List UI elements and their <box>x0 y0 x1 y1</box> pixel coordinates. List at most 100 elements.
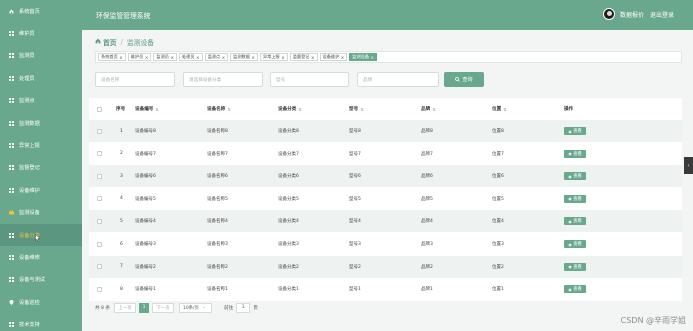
tab-tag[interactable]: 设备维护 × <box>319 53 348 61</box>
column-header[interactable]: 型号 ⇅ <box>349 98 364 120</box>
current-page[interactable]: 1 <box>139 302 150 313</box>
action-cell: ◉ 查看 <box>564 233 586 255</box>
tab-tag[interactable]: 监测设备 × <box>349 53 378 61</box>
view-button[interactable]: ◉ 查看 <box>564 172 586 181</box>
tab-tag[interactable]: 监督登记 × <box>289 53 318 61</box>
table-cell: 型号7 <box>349 151 361 157</box>
view-button[interactable]: ◉ 查看 <box>564 240 586 248</box>
column-header[interactable]: 品牌 ⇅ <box>421 98 436 120</box>
row-checkbox[interactable] <box>97 233 102 255</box>
page-size-select[interactable]: 10条/页 ⌄ <box>179 302 213 313</box>
table-cell: 设备分类2 <box>278 264 299 270</box>
collapse-side-tab[interactable]: ‹ <box>684 157 693 174</box>
table-row: 2 设备编号7 设备名称7 设备分类7 型号7 品牌7 位置7 ◉ 查看 <box>89 143 682 165</box>
table-row: 6 设备编号3 设备名称3 设备分类3 型号3 品牌3 位置3 ◉ 查看 <box>89 233 682 255</box>
row-checkbox[interactable] <box>97 278 102 300</box>
sidebar-item-label: 维护员 <box>19 31 35 38</box>
table-header-row: 序号 设备编号 ⇅ 设备名称 ⇅ 设备分类 ⇅ 型号 ⇅ 品牌 ⇅ 位置 ⇅ 操作 <box>89 98 682 120</box>
table-cell: 设备编号8 <box>135 129 156 134</box>
select-all-checkbox[interactable] <box>97 98 102 120</box>
table-cell: 设备分类8 <box>278 129 299 134</box>
eye-icon: ◉ <box>568 264 572 270</box>
tab-tag[interactable]: 监测点 × <box>204 53 229 61</box>
action-cell: ◉ 查看 <box>564 278 586 300</box>
prev-page-button[interactable]: 上一页 <box>114 302 137 313</box>
sidebar-item[interactable]: 监测设备 <box>0 202 82 224</box>
sort-icon[interactable]: ⇅ <box>360 107 363 112</box>
sidebar-item[interactable]: 设备巡检 <box>0 291 82 313</box>
sort-icon[interactable]: ⇅ <box>298 107 301 112</box>
search-button[interactable]: 查询 <box>444 72 484 87</box>
table-cell: 品牌6 <box>421 174 433 180</box>
device-category-select[interactable]: 请选择设备分类 <box>183 72 263 87</box>
sidebar-item[interactable]: 处理员 <box>0 67 82 89</box>
close-icon[interactable]: × <box>196 55 200 60</box>
pagination-total: 共 8 条 <box>95 305 111 311</box>
avatar[interactable] <box>602 8 615 20</box>
column-header[interactable]: 设备编号 ⇅ <box>135 98 159 120</box>
device-table: 序号 设备编号 ⇅ 设备名称 ⇅ 设备分类 ⇅ 型号 ⇅ 品牌 ⇅ 位置 ⇅ 操作 1 设备编号8 设备名称8 设… <box>89 98 682 301</box>
row-checkbox[interactable] <box>97 120 102 142</box>
view-button[interactable]: ◉ 查看 <box>564 285 586 294</box>
sort-icon[interactable]: ⇅ <box>155 107 158 112</box>
close-icon[interactable]: × <box>145 55 149 60</box>
row-checkbox[interactable] <box>97 256 102 278</box>
column-header[interactable]: 设备名称 ⇅ <box>207 98 231 120</box>
row-checkbox[interactable] <box>97 188 102 210</box>
device-name-input[interactable]: 设备名称 <box>95 72 175 87</box>
sidebar-item[interactable]: 设备与测试 <box>0 269 82 291</box>
close-icon[interactable]: × <box>281 55 285 60</box>
view-button[interactable]: ◉ 查看 <box>564 194 586 203</box>
close-icon[interactable]: × <box>119 55 123 60</box>
table-cell: 设备分类5 <box>278 196 299 202</box>
sidebar-item[interactable]: 设备维护 <box>0 179 82 201</box>
tab-tag[interactable]: 维护员 × <box>127 53 152 61</box>
column-header[interactable]: 设备分类 ⇅ <box>278 98 302 120</box>
close-icon[interactable]: × <box>170 55 174 60</box>
logout-link[interactable]: 退出登录 <box>650 10 674 19</box>
sidebar-item[interactable]: 维护员 <box>0 22 82 44</box>
close-icon[interactable]: × <box>371 55 375 60</box>
sort-icon[interactable]: ⇅ <box>227 107 230 112</box>
close-icon[interactable]: × <box>251 55 255 60</box>
grid-icon <box>9 165 14 171</box>
close-icon[interactable]: × <box>341 55 345 60</box>
row-checkbox[interactable] <box>97 210 102 232</box>
close-icon[interactable]: × <box>311 55 315 60</box>
view-button[interactable]: ◉ 查看 <box>564 262 586 271</box>
next-page-button[interactable]: 下一页 <box>152 302 175 313</box>
tab-tag[interactable]: 异常上报 × <box>259 53 288 61</box>
breadcrumb-home[interactable]: 首页 <box>103 37 117 47</box>
tab-tag[interactable]: 系统首页 × <box>98 53 126 61</box>
table-cell: 位置4 <box>492 219 504 225</box>
sort-icon[interactable]: ⇅ <box>432 107 435 112</box>
sort-icon[interactable]: ⇅ <box>503 107 506 112</box>
sidebar-item[interactable]: 系统首页 <box>0 0 82 22</box>
sidebar-item[interactable]: 监测点 <box>0 90 82 112</box>
goto-page-input[interactable]: 1 <box>236 302 251 313</box>
view-button[interactable]: ◉ 查看 <box>564 149 586 158</box>
brand-input[interactable]: 品牌 <box>357 72 439 87</box>
row-checkbox[interactable] <box>97 143 102 165</box>
row-checkbox[interactable] <box>97 165 102 187</box>
tab-tag[interactable]: 监测数据 × <box>230 53 258 61</box>
tab-tag[interactable]: 监测员 × <box>153 53 177 61</box>
close-icon[interactable]: × <box>222 55 226 60</box>
table-cell: 设备编号3 <box>135 242 156 247</box>
view-button[interactable]: ◉ 查看 <box>564 217 586 226</box>
sidebar-item[interactable]: 设备分类 <box>0 223 82 247</box>
table-cell: 型号2 <box>349 264 361 270</box>
sidebar-item[interactable]: 设备维修 <box>0 246 82 268</box>
table-cell: 3 <box>120 173 123 179</box>
sidebar-item[interactable]: 技术支持 <box>0 313 82 331</box>
model-input[interactable]: 型号 <box>270 72 349 87</box>
sidebar-item[interactable]: 监测员 <box>0 45 82 67</box>
column-header[interactable]: 位置 ⇅ <box>492 98 507 120</box>
tab-tag[interactable]: 处理员 × <box>178 53 203 61</box>
username[interactable]: 数据报价 <box>620 10 644 19</box>
sidebar-item[interactable]: 异常上报 <box>0 134 82 156</box>
sidebar-item[interactable]: 监测数据 <box>0 112 82 134</box>
table-cell: 设备名称8 <box>207 129 228 134</box>
view-button[interactable]: ◉ 查看 <box>564 127 586 135</box>
sidebar-item[interactable]: 监督登记 <box>0 157 82 179</box>
